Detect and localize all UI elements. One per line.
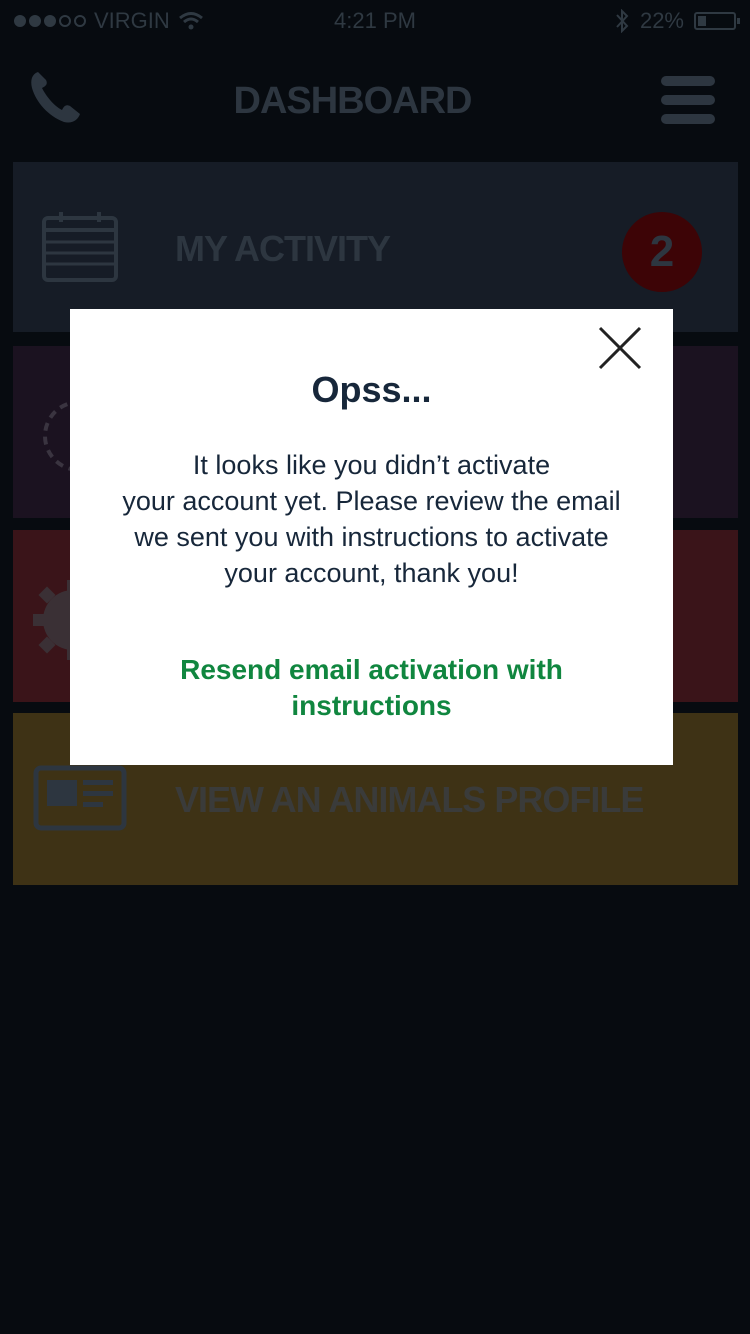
- dialog-title: Opss...: [311, 369, 432, 410]
- calendar-icon: [42, 212, 118, 282]
- status-bar: VIRGIN 4:21 PM 22%: [0, 0, 750, 40]
- message-line: It looks like you didn’t activate: [192, 450, 551, 480]
- activation-dialog: Opss... It looks like you didn’t activat…: [70, 309, 673, 765]
- notification-badge: 2: [622, 212, 702, 292]
- close-icon[interactable]: [597, 325, 643, 371]
- battery-info: 22%: [614, 8, 740, 34]
- link-line[interactable]: Resend email activation with: [110, 652, 633, 688]
- page-title: DASHBOARD: [233, 80, 473, 122]
- battery-icon: [694, 12, 740, 30]
- resend-activation-link[interactable]: Resend email activation with instruction…: [110, 652, 633, 724]
- dialog-message: It looks like you didn’t activate your a…: [90, 447, 653, 591]
- app-header: DASHBOARD: [0, 40, 750, 160]
- tile-label: VIEW AN ANIMALS PROFILE: [175, 779, 644, 820]
- profile-card-icon: [33, 765, 127, 831]
- message-line: your account, thank you!: [224, 558, 519, 588]
- tile-my-activity[interactable]: MY ACTIVITY 2: [13, 162, 738, 332]
- message-line: we sent you with instructions to activat…: [134, 522, 609, 552]
- bluetooth-icon: [616, 9, 629, 33]
- tile-label: MY ACTIVITY: [175, 228, 391, 269]
- message-line: your account yet. Please review the emai…: [122, 486, 621, 516]
- link-line[interactable]: instructions: [110, 688, 633, 724]
- battery-percent: 22%: [639, 8, 684, 33]
- hamburger-menu-icon[interactable]: [661, 76, 715, 126]
